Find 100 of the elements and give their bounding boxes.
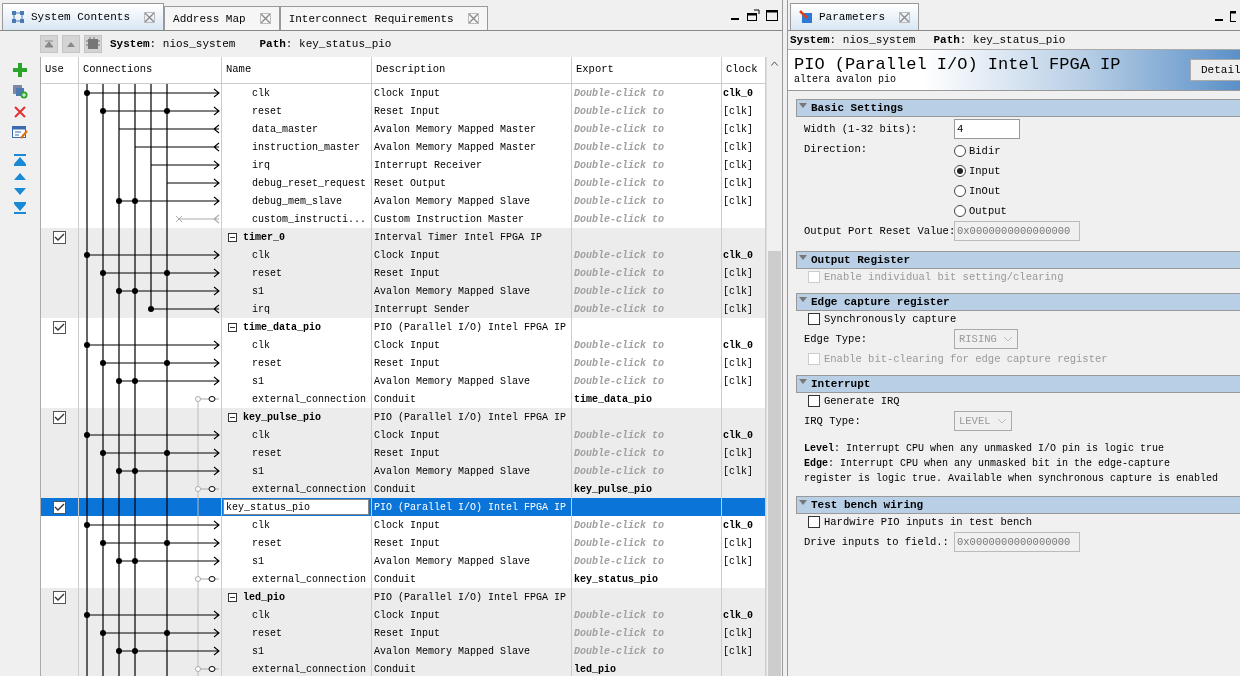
tab[interactable]: Interconnect Requirements [279, 6, 488, 30]
checkbox[interactable] [808, 516, 820, 528]
close-icon[interactable] [467, 13, 479, 24]
clock-text: clk_0 [723, 609, 753, 621]
export-hint[interactable]: Double-click to [574, 555, 664, 567]
restore-icon[interactable] [1230, 11, 1236, 22]
export-hint[interactable]: Double-click to [574, 627, 664, 639]
export-hint[interactable]: Double-click to [574, 645, 664, 657]
edit-icon[interactable] [12, 125, 28, 140]
export-name[interactable]: key_pulse_pio [574, 483, 652, 495]
column-header[interactable]: Name [222, 57, 372, 83]
input-field[interactable]: 4 [954, 119, 1020, 139]
close-icon[interactable] [259, 13, 271, 24]
checkbox-option[interactable]: Generate IRQ [804, 395, 1240, 407]
export-name[interactable]: led_pio [574, 663, 616, 675]
port-name: s1 [251, 285, 264, 297]
export-hint[interactable]: Double-click to [574, 195, 664, 207]
collapse-icon[interactable] [228, 232, 237, 242]
use-checkbox[interactable] [53, 230, 66, 244]
export-hint[interactable]: Double-click to [574, 429, 664, 441]
use-checkbox[interactable] [53, 320, 66, 334]
details-button[interactable]: Detail [1190, 59, 1240, 81]
move-up-button[interactable] [62, 35, 80, 53]
section-title: Output Register [811, 254, 911, 266]
export-hint[interactable]: Double-click to [574, 375, 664, 387]
radio-option[interactable]: Input [954, 165, 1007, 177]
radio-icon[interactable] [954, 145, 966, 157]
export-hint[interactable]: Double-click to [574, 609, 664, 621]
tab[interactable]: Address Map [164, 6, 280, 30]
radio-option[interactable]: Output [954, 205, 1007, 217]
field-label: Edge Type: [804, 333, 868, 345]
component-name: time_data_pio [243, 321, 321, 333]
add-component-icon[interactable] [12, 83, 28, 99]
checkbox-option[interactable]: Hardwire PIO inputs in test bench [804, 516, 1240, 528]
use-checkbox[interactable] [53, 500, 66, 514]
export-hint[interactable]: Double-click to [574, 537, 664, 549]
port-name: irq [251, 159, 270, 171]
export-hint[interactable]: Double-click to [574, 123, 664, 135]
checkbox-option[interactable]: Synchronously capture [804, 313, 1240, 325]
section-header[interactable]: Test bench wiring [796, 496, 1240, 514]
export-hint[interactable]: Double-click to [574, 177, 664, 189]
column-header[interactable]: Use [41, 57, 79, 83]
move-up-icon[interactable] [13, 172, 27, 181]
export-hint[interactable]: Double-click to [574, 465, 664, 477]
move-top-button[interactable] [40, 35, 58, 53]
export-hint[interactable]: Double-click to [574, 285, 664, 297]
section-header[interactable]: Interrupt [796, 375, 1240, 393]
export-hint[interactable]: Double-click to [574, 519, 664, 531]
tab[interactable]: System Contents [2, 3, 165, 30]
move-top-icon[interactable] [13, 154, 27, 166]
close-icon[interactable] [144, 11, 156, 23]
section-header[interactable]: Basic Settings [796, 99, 1240, 117]
export-hint[interactable]: Double-click to [574, 141, 664, 153]
section-header[interactable]: Output Register [796, 251, 1240, 269]
section-header[interactable]: Edge capture register [796, 293, 1240, 311]
scrollbar-thumb[interactable] [768, 250, 781, 676]
export-hint[interactable]: Double-click to [574, 339, 664, 351]
export-hint[interactable]: Double-click to [574, 213, 664, 225]
maximize-icon[interactable] [766, 10, 778, 21]
component-button[interactable] [84, 35, 102, 53]
description-text: Avalon Memory Mapped Slave [374, 465, 531, 477]
column-header[interactable]: Description [372, 57, 572, 83]
move-bottom-icon[interactable] [13, 202, 27, 214]
export-hint[interactable]: Double-click to [574, 105, 664, 117]
clock-text: [clk] [723, 267, 753, 279]
checkbox[interactable] [808, 395, 820, 407]
export-hint[interactable]: Double-click to [574, 357, 664, 369]
triangle-icon [66, 40, 76, 48]
export-hint[interactable]: Double-click to [574, 159, 664, 171]
collapse-icon[interactable] [228, 592, 237, 602]
collapse-icon[interactable] [228, 322, 237, 332]
tab[interactable]: Parameters [790, 3, 919, 30]
collapse-icon[interactable] [228, 412, 237, 422]
restore-icon[interactable] [746, 9, 760, 22]
section-title: Basic Settings [811, 102, 904, 114]
close-icon[interactable] [899, 11, 910, 23]
checkbox[interactable] [808, 313, 820, 325]
export-hint[interactable]: Double-click to [574, 267, 664, 279]
radio-icon[interactable] [954, 205, 966, 217]
use-checkbox[interactable] [53, 410, 66, 424]
column-header[interactable]: Connections [79, 57, 222, 83]
export-hint[interactable]: Double-click to [574, 447, 664, 459]
use-checkbox[interactable] [53, 590, 66, 604]
column-header[interactable]: Export [572, 57, 722, 83]
export-hint[interactable]: Double-click to [574, 303, 664, 315]
export-name[interactable]: time_data_pio [574, 393, 652, 405]
port-name: clk [251, 87, 270, 99]
add-icon[interactable] [13, 63, 27, 77]
export-hint[interactable]: Double-click to [574, 249, 664, 261]
remove-icon[interactable] [13, 105, 27, 119]
radio-icon[interactable] [954, 185, 966, 197]
scroll-up-icon[interactable] [770, 61, 779, 67]
export-hint[interactable]: Double-click to [574, 87, 664, 99]
radio-option[interactable]: InOut [954, 185, 1007, 197]
name-input-field[interactable]: key_status_pio [223, 499, 369, 515]
move-down-icon[interactable] [13, 187, 27, 196]
radio-option[interactable]: Bidir [954, 145, 1007, 157]
port-name: external_connection [251, 573, 367, 585]
export-name[interactable]: key_status_pio [574, 573, 658, 585]
radio-icon[interactable] [954, 165, 966, 177]
